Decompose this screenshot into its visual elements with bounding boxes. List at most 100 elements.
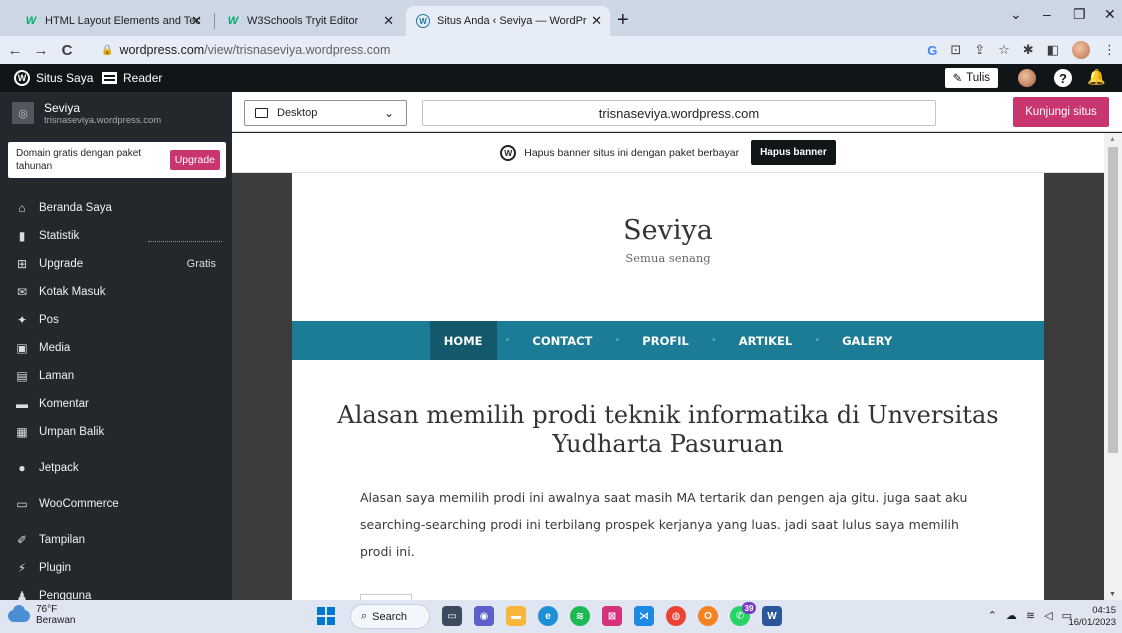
weather-temp: 76°F bbox=[36, 604, 58, 615]
my-site-link[interactable]: W Situs Saya bbox=[14, 64, 93, 92]
tab-search-icon[interactable]: ⌄ bbox=[1010, 6, 1022, 23]
visit-site-button[interactable]: Kunjungi situs bbox=[1013, 97, 1109, 127]
sidebar-item-beranda[interactable]: ⌂ Beranda Saya bbox=[0, 194, 232, 222]
install-icon[interactable]: ⊡ bbox=[950, 42, 961, 58]
star-icon[interactable]: ☆ bbox=[998, 42, 1010, 58]
scroll-down-icon[interactable]: ▼ bbox=[1109, 591, 1116, 598]
chrome-icon[interactable]: ◍ bbox=[666, 606, 686, 626]
menu-kebab-icon[interactable]: ⋮ bbox=[1103, 42, 1116, 58]
close-tab-icon[interactable]: ✕ bbox=[591, 13, 602, 29]
weather-widget[interactable]: 76°F Berawan bbox=[8, 604, 75, 627]
preview-scrollbar[interactable]: ▲ ▼ bbox=[1104, 133, 1122, 600]
sidebar-item-jetpack[interactable]: ● Jetpack bbox=[0, 454, 232, 482]
share-icon[interactable]: ⇪ bbox=[974, 42, 985, 58]
device-select[interactable]: Desktop ⌄ bbox=[244, 100, 407, 126]
cloud-icon bbox=[8, 604, 30, 622]
post-title[interactable]: Alasan memilih prodi teknik informatika … bbox=[332, 401, 1004, 459]
browser-tab[interactable]: W W3Schools Tryit Editor ✕ bbox=[216, 6, 402, 36]
sidebar-item-tampilan[interactable]: ✐ Tampilan bbox=[0, 526, 232, 554]
nav-profil[interactable]: PROFIL bbox=[628, 321, 703, 360]
nav-galery[interactable]: GALERY bbox=[828, 321, 906, 360]
xampp-icon[interactable]: ⊠ bbox=[602, 606, 622, 626]
reload-icon[interactable]: C bbox=[56, 42, 78, 59]
extensions-icon[interactable]: ✱ bbox=[1023, 42, 1034, 58]
chevron-up-icon[interactable]: ⌃ bbox=[988, 609, 997, 622]
scroll-up-icon[interactable]: ▲ bbox=[1109, 136, 1116, 143]
sidepanel-icon[interactable]: ◧ bbox=[1047, 42, 1059, 58]
site-tagline: Semua senang bbox=[625, 251, 711, 265]
sidebar-item-pos[interactable]: ✦ Pos bbox=[0, 306, 232, 334]
word-icon[interactable]: W bbox=[762, 606, 782, 626]
sidebar-item-umpan-balik[interactable]: ▦ Umpan Balik bbox=[0, 418, 232, 446]
google-icon[interactable]: G bbox=[927, 43, 937, 58]
taskbar-search[interactable]: ⌕ Search bbox=[350, 604, 430, 629]
forward-icon[interactable]: → bbox=[30, 42, 52, 59]
device-label: Desktop bbox=[277, 107, 318, 119]
pencil-icon: ✎ bbox=[952, 73, 963, 85]
reader-link[interactable]: Reader bbox=[102, 64, 162, 92]
sidebar-item-label: Komentar bbox=[39, 398, 89, 410]
browser-tab[interactable]: W HTML Layout Elements and Techn ✕ bbox=[14, 6, 210, 36]
sidebar-item-media[interactable]: ▣ Media bbox=[0, 334, 232, 362]
write-button[interactable]: ✎ Tulis bbox=[944, 68, 998, 88]
tab-title: HTML Layout Elements and Techn bbox=[45, 15, 200, 27]
sidebar-item-pengguna[interactable]: ♟ Pengguna bbox=[0, 582, 232, 600]
nav-contact[interactable]: CONTACT bbox=[518, 321, 606, 360]
restore-icon[interactable]: ❐ bbox=[1073, 6, 1086, 23]
sidebar-item-laman[interactable]: ▤ Laman bbox=[0, 362, 232, 390]
remove-banner-button[interactable]: Hapus banner bbox=[751, 140, 836, 165]
wordpress-icon: W bbox=[14, 70, 30, 86]
stats-sparkline bbox=[148, 236, 222, 242]
wifi-icon[interactable]: ≋ bbox=[1026, 609, 1035, 622]
address-bar[interactable]: 🔒 wordpress.com/view/trisnaseviya.wordpr… bbox=[101, 39, 921, 61]
user-icon: ♟ bbox=[16, 589, 28, 600]
sidebar-item-statistik[interactable]: ▮ Statistik bbox=[0, 222, 232, 250]
site-card[interactable]: ◎ Seviya trisnaseviya.wordpress.com bbox=[0, 92, 232, 134]
preview-url-field[interactable]: trisnaseviya.wordpress.com bbox=[422, 100, 936, 126]
back-icon[interactable]: ← bbox=[4, 42, 26, 59]
sidebar-item-woocommerce[interactable]: ▭ WooCommerce bbox=[0, 490, 232, 518]
sidebar-item-upgrade[interactable]: ⊞ Upgrade Gratis bbox=[0, 250, 232, 278]
volume-icon[interactable]: ◁ bbox=[1044, 609, 1052, 622]
upgrade-button[interactable]: Upgrade bbox=[169, 150, 220, 170]
edge-icon[interactable]: e bbox=[538, 606, 558, 626]
sidebar-item-label: WooCommerce bbox=[39, 498, 119, 510]
reader-icon bbox=[102, 72, 117, 84]
notifications-bell-icon[interactable]: 🔔 bbox=[1087, 68, 1106, 86]
clock[interactable]: 04:15 16/01/2023 bbox=[1068, 605, 1116, 629]
site-globe-icon: ◎ bbox=[12, 102, 34, 124]
post-body: Alasan saya memilih prodi ini awalnya sa… bbox=[360, 490, 968, 559]
sidebar-item-kotak-masuk[interactable]: ✉ Kotak Masuk bbox=[0, 278, 232, 306]
sidebar-item-plugin[interactable]: ⚡ Plugin bbox=[0, 554, 232, 582]
opera-icon[interactable]: O bbox=[698, 606, 718, 626]
spotify-icon[interactable]: ≋ bbox=[570, 606, 590, 626]
profile-avatar[interactable] bbox=[1072, 41, 1090, 59]
user-avatar[interactable] bbox=[1018, 69, 1036, 87]
nav-artikel[interactable]: ARTIKEL bbox=[725, 321, 806, 360]
nav-home[interactable]: HOME bbox=[429, 321, 497, 360]
vscode-icon[interactable]: ⋊ bbox=[634, 606, 654, 626]
upgrade-banner: W Hapus banner situs ini dengan paket be… bbox=[232, 133, 1104, 173]
site-title[interactable]: Seviya bbox=[292, 215, 1044, 246]
help-icon[interactable]: ? bbox=[1054, 69, 1072, 87]
sidebar-item-label: Kotak Masuk bbox=[39, 286, 106, 298]
jetpack-icon: ● bbox=[18, 461, 26, 475]
lock-icon: 🔒 bbox=[101, 44, 114, 56]
close-tab-icon[interactable]: ✕ bbox=[383, 13, 394, 29]
sidebar-item-komentar[interactable]: ▬ Komentar bbox=[0, 390, 232, 418]
reader-label: Reader bbox=[123, 71, 163, 85]
minimize-icon[interactable]: – bbox=[1043, 6, 1051, 22]
start-icon[interactable] bbox=[317, 607, 335, 625]
browser-tab-active[interactable]: W Situs Anda ‹ Seviya — WordPress ✕ bbox=[406, 6, 610, 36]
close-window-icon[interactable]: ✕ bbox=[1104, 6, 1116, 23]
teams-icon[interactable]: ◉ bbox=[474, 606, 494, 626]
close-tab-icon[interactable]: ✕ bbox=[191, 13, 202, 29]
file-explorer-icon[interactable]: ▬ bbox=[506, 606, 526, 626]
new-tab-icon[interactable]: + bbox=[617, 9, 629, 32]
onedrive-icon[interactable]: ☁ bbox=[1006, 609, 1017, 622]
task-view-icon[interactable]: ▭ bbox=[442, 606, 462, 626]
sidebar-menu: ⌂ Beranda Saya ▮ Statistik ⊞ Upgrade Gratis … bbox=[0, 194, 232, 600]
scroll-thumb[interactable] bbox=[1108, 147, 1118, 453]
sidebar-item-label: Statistik bbox=[39, 230, 80, 242]
url-path: /view/trisnaseviya.wordpress.com bbox=[204, 43, 391, 57]
